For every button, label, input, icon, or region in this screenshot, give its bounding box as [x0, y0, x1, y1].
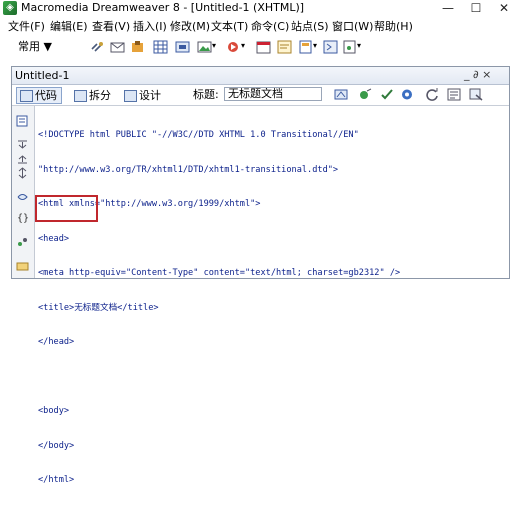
check-browser-icon[interactable] — [380, 88, 394, 101]
highlight-invalid-code-icon[interactable] — [16, 260, 29, 272]
menu-view[interactable]: 查看(V) — [92, 19, 130, 34]
code-view-button[interactable]: 代码 — [16, 87, 62, 104]
anchor-icon[interactable] — [130, 40, 145, 54]
code-line: <head> — [38, 233, 70, 244]
maximize-button[interactable]: ☐ — [462, 0, 490, 17]
menu-modify[interactable]: 修改(M) — [170, 19, 210, 34]
menu-site[interactable]: 站点(S) — [291, 19, 329, 34]
select-parent-tag-icon[interactable] — [16, 191, 29, 203]
code-line: </body> — [38, 440, 75, 451]
media-dropdown-arrow[interactable]: ▾ — [241, 41, 245, 50]
document-tab-bar: Untitled-1 _ ∂ × — [12, 67, 509, 85]
code-line: "http://www.w3.org/TR/xhtml1/DTD/xhtml1-… — [38, 164, 339, 175]
expand-all-icon[interactable] — [16, 167, 29, 179]
split-view-icon — [74, 90, 87, 102]
code-line: </head> — [38, 337, 75, 347]
split-view-button[interactable]: 拆分 — [70, 87, 116, 104]
view-options-icon[interactable] — [447, 88, 461, 101]
open-documents-icon[interactable] — [16, 115, 29, 127]
email-icon[interactable] — [110, 40, 125, 54]
menu-edit[interactable]: 编辑(E) — [50, 19, 88, 34]
collapse-selection-icon[interactable] — [16, 153, 29, 165]
media-icon[interactable] — [226, 40, 241, 54]
script-icon[interactable] — [342, 40, 357, 54]
menu-file[interactable]: 文件(F) — [8, 19, 45, 34]
table-icon[interactable] — [153, 40, 168, 54]
svg-text:{}: {} — [17, 213, 29, 223]
minimize-button[interactable]: — — [434, 0, 462, 17]
dreamweaver-app-icon: ◈ — [3, 1, 17, 15]
tag-chooser-icon[interactable] — [323, 40, 338, 54]
document-tab[interactable]: Untitled-1 — [15, 69, 69, 83]
code-line: <html xmlns="http://www.w3.org/1999/xhtm… — [38, 199, 261, 209]
preview-in-browser-icon[interactable] — [358, 88, 372, 101]
balance-braces-icon[interactable]: {} — [16, 211, 29, 223]
split-view-label: 拆分 — [89, 89, 111, 102]
code-line: </html> — [38, 475, 75, 485]
insert-toolbar: 常用 ▼ ▾ ▾ ▾ ▾ — [0, 36, 521, 58]
code-view-label: 代码 — [35, 89, 57, 102]
comment-icon[interactable] — [277, 40, 292, 54]
image-dropdown-arrow[interactable]: ▾ — [212, 41, 216, 50]
template-dropdown-arrow[interactable]: ▾ — [313, 41, 317, 50]
body-tag-highlight-box — [35, 195, 98, 222]
date-icon[interactable] — [256, 40, 271, 54]
document-title-input[interactable] — [224, 87, 322, 101]
line-numbers-icon[interactable] — [16, 236, 29, 248]
layer-icon[interactable] — [175, 40, 190, 54]
menu-help[interactable]: 帮助(H) — [374, 19, 413, 34]
menu-bar: 文件(F) 编辑(E) 查看(V) 插入(I) 修改(M) 文本(T) 命令(C… — [0, 18, 521, 35]
menu-window[interactable]: 窗口(W) — [332, 19, 373, 34]
close-button[interactable]: ✕ — [490, 0, 518, 17]
insert-category-dropdown[interactable]: 常用 ▼ — [18, 40, 52, 54]
hyperlink-icon[interactable] — [90, 40, 105, 54]
code-line: <body> — [38, 406, 70, 416]
window-titlebar: ◈ Macromedia Dreamweaver 8 - [Untitled-1… — [0, 0, 521, 17]
design-view-button[interactable]: 设计 — [120, 87, 166, 104]
menu-text[interactable]: 文本(T) — [211, 19, 248, 34]
code-line: <meta http-equiv="Content-Type" content=… — [38, 268, 401, 278]
document-toolbar: 代码 拆分 设计 标题: — [12, 85, 509, 106]
menu-commands[interactable]: 命令(C) — [251, 19, 289, 34]
window-title: Macromedia Dreamweaver 8 - [Untitled-1 (… — [21, 1, 305, 14]
validate-icon[interactable] — [400, 88, 414, 101]
code-line: <!DOCTYPE html PUBLIC "-//W3C//DTD XHTML… — [38, 130, 359, 140]
collapse-full-tag-icon[interactable] — [16, 139, 29, 151]
design-view-label: 设计 — [139, 89, 161, 102]
panel-gap — [0, 58, 521, 66]
template-icon[interactable] — [298, 40, 313, 54]
file-management-icon[interactable] — [334, 88, 348, 101]
design-view-icon — [124, 90, 137, 102]
script-dropdown-arrow[interactable]: ▾ — [357, 41, 361, 50]
code-line: <title>无标题文档</title> — [38, 302, 159, 313]
code-editor[interactable]: <!DOCTYPE html PUBLIC "-//W3C//DTD XHTML… — [38, 107, 506, 510]
document-window-controls[interactable]: _ ∂ × — [464, 68, 491, 82]
document-window: Untitled-1 _ ∂ × 代码 拆分 设计 标题: {} — [11, 66, 510, 485]
refresh-icon[interactable] — [425, 88, 439, 101]
visual-aids-icon[interactable] — [469, 88, 483, 101]
title-label: 标题: — [193, 88, 219, 101]
coding-toolbar: {} — [12, 106, 35, 278]
menu-insert[interactable]: 插入(I) — [133, 19, 167, 34]
code-view-icon — [20, 90, 33, 102]
image-icon[interactable] — [197, 40, 212, 54]
